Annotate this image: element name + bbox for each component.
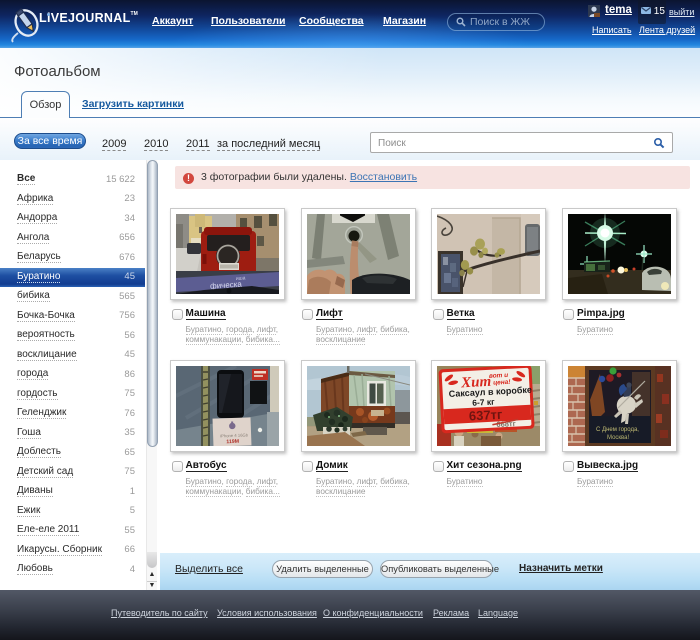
- svg-text:iPhone 4 16Gb: iPhone 4 16Gb: [220, 432, 249, 438]
- svg-text:С Днем города,: С Днем города,: [596, 427, 639, 433]
- svg-text:Москва!: Москва!: [607, 435, 629, 441]
- svg-text:119M: 119M: [226, 439, 239, 445]
- svg-text:6-7 кг: 6-7 кг: [472, 397, 495, 408]
- svg-text:иша: иша: [236, 275, 246, 282]
